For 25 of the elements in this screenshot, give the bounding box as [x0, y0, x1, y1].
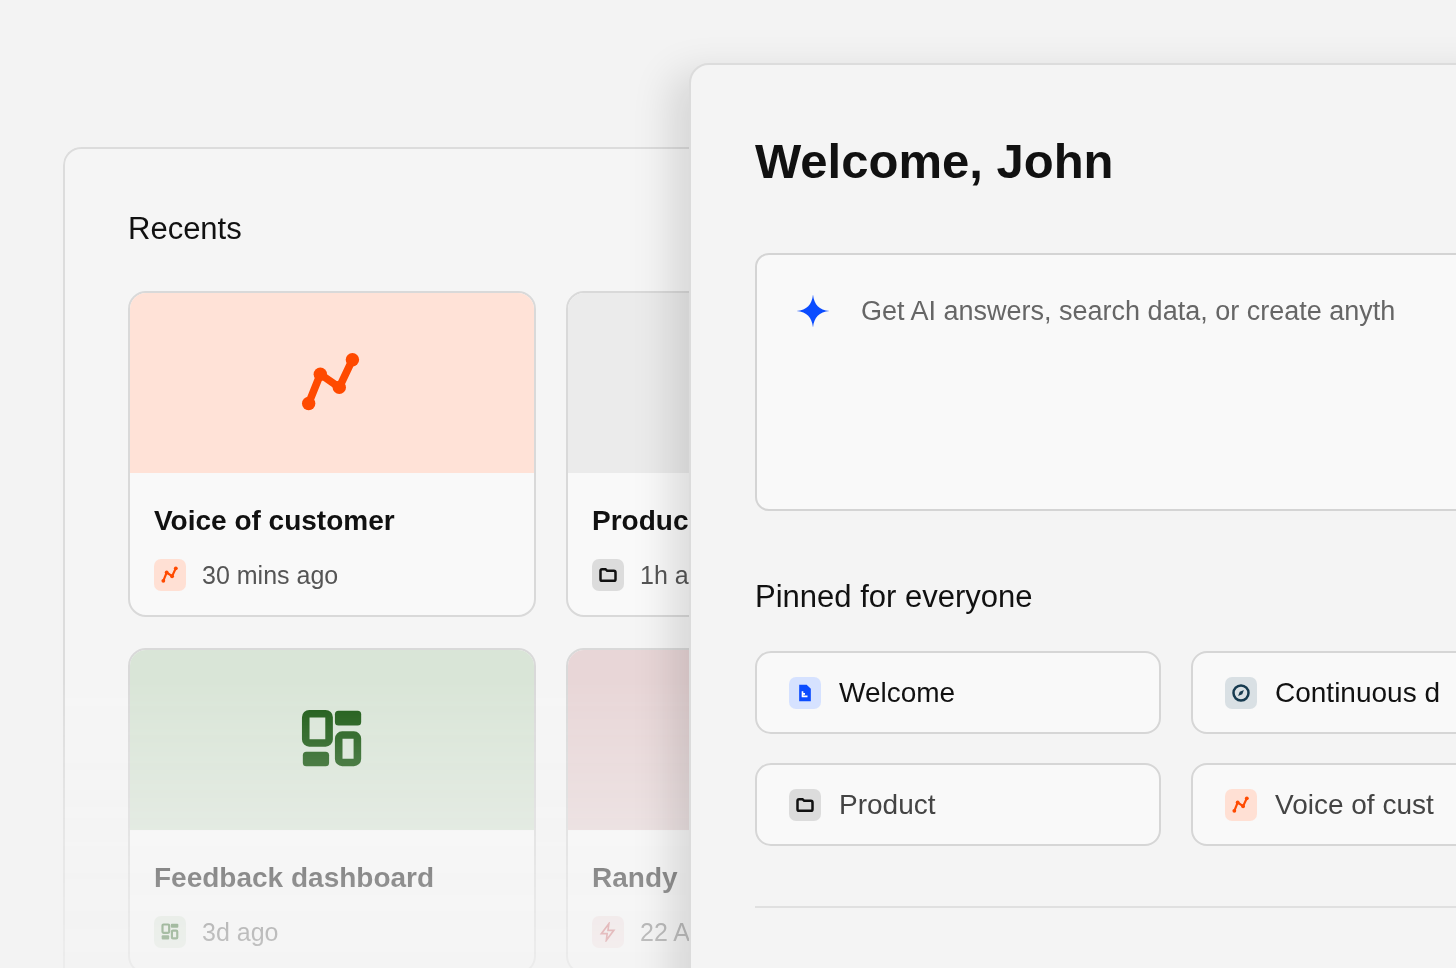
document-icon: [789, 676, 821, 709]
folder-icon: [592, 559, 624, 591]
recent-card[interactable]: Produc 1h a: [566, 291, 689, 617]
pinned-item[interactable]: Continuous d: [1191, 651, 1456, 734]
card-title: Voice of customer: [154, 504, 396, 538]
card-title: Produc: [592, 504, 689, 538]
folder-icon: [789, 788, 821, 821]
time-ago: 1h a: [640, 560, 689, 590]
pinned-item[interactable]: Voice of cust: [1191, 763, 1456, 846]
time-ago: 30 mins ago: [202, 560, 339, 590]
card-title: Randy: [592, 861, 679, 895]
compass-icon: [1225, 676, 1257, 709]
line-chart-icon: [154, 559, 186, 591]
pinned-item[interactable]: Product: [755, 763, 1161, 846]
time-ago: 3d ago: [202, 917, 279, 947]
recent-card[interactable]: Voice of customer 30 mins ago: [128, 291, 536, 617]
ai-search-field[interactable]: Get AI answers, search data, or create anyth: [861, 293, 1456, 329]
dashboard-icon: [154, 916, 186, 948]
welcome-title: Welcome, John: [755, 133, 1115, 190]
line-chart-icon: [1225, 788, 1257, 821]
card-title: Feedback dashboard: [154, 861, 436, 895]
section-title: Recents: [128, 210, 243, 248]
lightning-icon: [592, 916, 624, 948]
pinned-item[interactable]: Welcome: [755, 651, 1161, 734]
section-title: Pinned for everyone: [755, 578, 1034, 616]
